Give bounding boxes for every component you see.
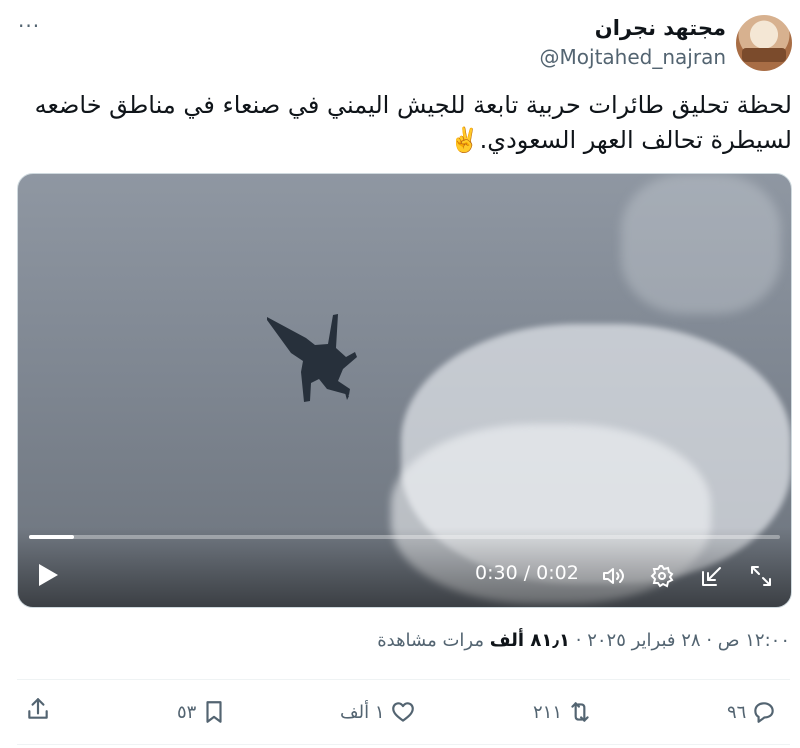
display-name[interactable]: مجتهد نجران [520,16,726,40]
tweet-text: لحظة تحليق طائرات حربية تابعة للجيش اليم… [34,91,792,154]
more-options-icon[interactable]: ··· [18,14,40,38]
divider [17,744,790,745]
like-count: ١ ألف [340,701,385,723]
repost-icon [571,702,589,722]
volume-icon[interactable] [601,564,625,588]
bookmark-button[interactable]: ٥٣ [177,695,227,729]
reply-count: ٩٦ [727,701,747,723]
repost-button[interactable]: ٢١١ [533,695,593,729]
minimize-icon[interactable] [700,564,724,588]
reply-button[interactable]: ٩٦ [727,695,777,729]
video-progress-fill [29,535,75,539]
user-handle[interactable]: @Mojtahed_najran [480,45,726,69]
views-count: ٨١٫١ ألف [489,630,571,651]
share-icon[interactable] [25,696,51,722]
reply-icon [754,702,775,723]
like-button[interactable]: ١ ألف [340,695,416,729]
repost-count: ٢١١ [533,701,563,723]
video-controls: 0:30 / 0:02 [18,527,791,607]
video-player[interactable]: 0:30 / 0:02 [17,173,792,608]
sky-cloud [621,174,781,314]
fighter-jet-image [267,314,357,402]
divider [17,679,790,680]
video-timecode: 0:30 / 0:02 [475,562,579,584]
tweet-datetime[interactable]: ١٢:٠٠ ص · ٢٨ فبراير ٢٠٢٥ · [570,630,790,651]
bookmark-count: ٥٣ [177,701,197,723]
tweet-actions: ٩٦ ٢١١ ١ ألف ٥٣ [17,695,790,729]
heart-icon [391,702,414,722]
play-icon[interactable] [35,561,61,589]
bookmark-icon [206,701,222,723]
fullscreen-icon[interactable] [749,564,773,588]
video-progress-bar[interactable] [29,535,780,539]
tweet-meta: ١٢:٠٠ ص · ٢٨ فبراير ٢٠٢٥ · ٨١٫١ ألف مرات… [330,630,790,651]
settings-icon[interactable] [650,564,674,588]
avatar[interactable] [736,15,792,71]
views-label: مرات مشاهدة [377,630,490,651]
